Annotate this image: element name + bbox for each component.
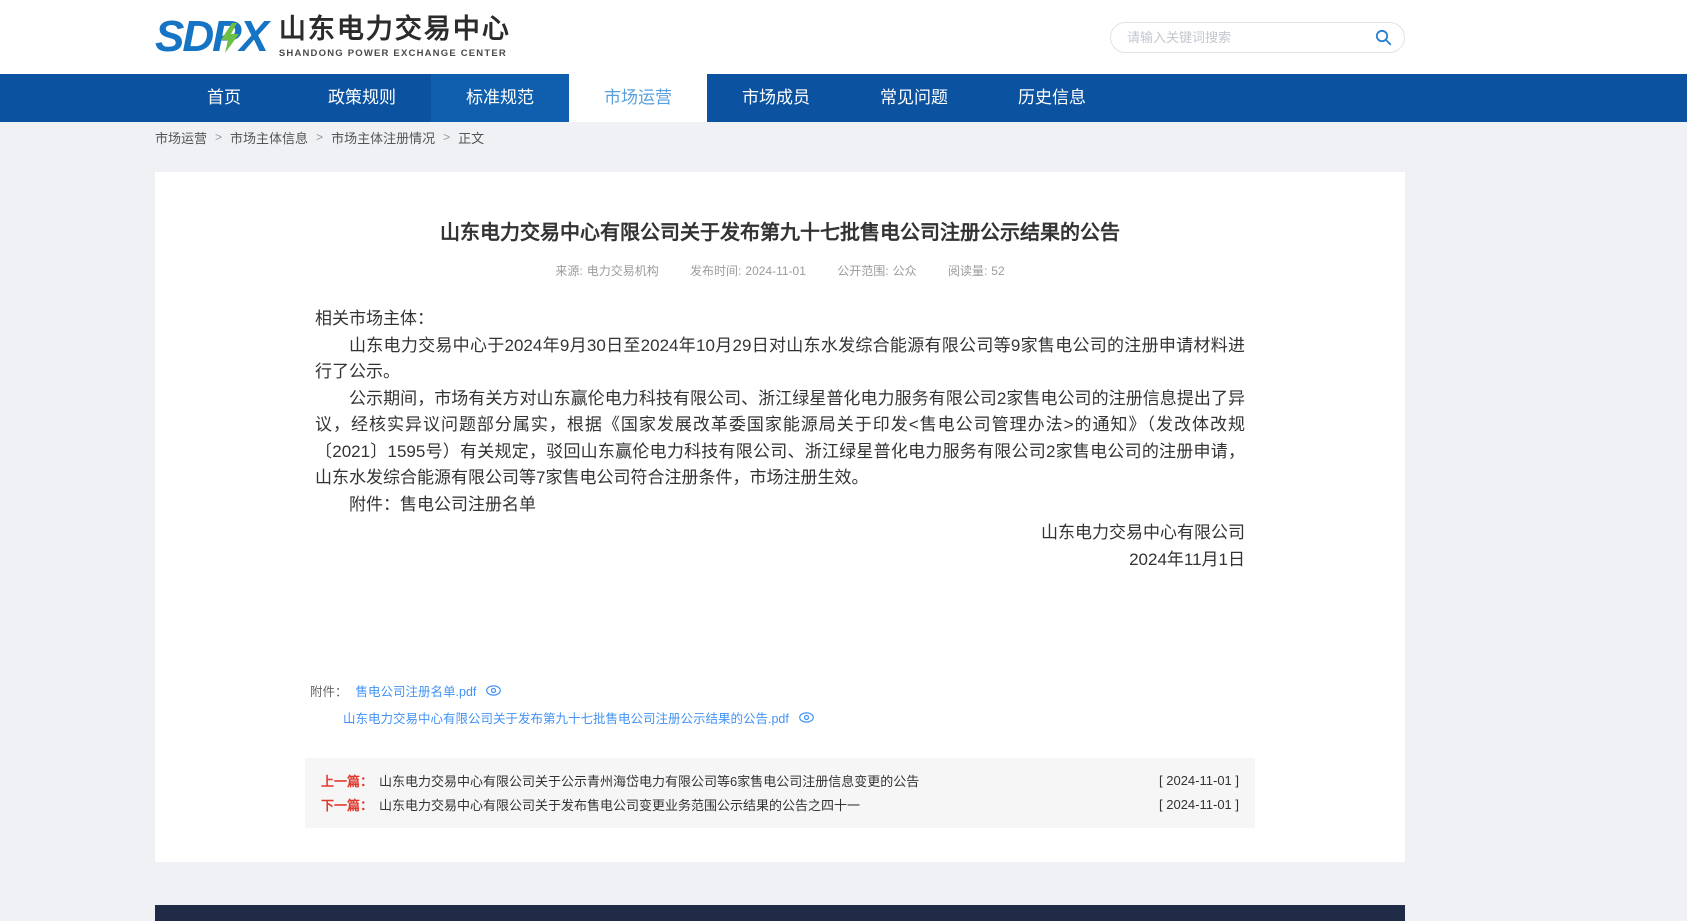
logo-letter-x: X: [239, 15, 266, 59]
meta-publish-time: 发布时间:2024-11-01: [690, 264, 806, 278]
breadcrumb-item-market-operation[interactable]: 市场运营: [155, 128, 207, 147]
nav-item-faq[interactable]: 常见问题: [845, 74, 983, 122]
site-header: SDPX 山东电力交易中心 SHANDONG POWER EXCHANGE CE…: [0, 0, 1687, 74]
body-paragraph: 相关市场主体：: [315, 306, 1245, 333]
body-paragraph: 山东电力交易中心于2024年9月30日至2024年10月29日对山东水发综合能源…: [315, 333, 1245, 386]
attachments-section: 附件： 售电公司注册名单.pdf 山东电力交易中心有限公司关于发布第九十七批售电…: [155, 677, 1405, 731]
meta-scope: 公开范围:公众: [837, 264, 916, 278]
article-title: 山东电力交易中心有限公司关于发布第九十七批售电公司注册公示结果的公告: [155, 172, 1405, 245]
search-input[interactable]: [1127, 30, 1374, 45]
breadcrumb-item-subject-info[interactable]: 市场主体信息: [230, 128, 308, 147]
attachment-link-announcement-pdf[interactable]: 山东电力交易中心有限公司关于发布第九十七批售电公司注册公示结果的公告.pdf: [343, 708, 789, 727]
body-paragraph: 附件：售电公司注册名单: [315, 492, 1245, 519]
logo-name-cn: 山东电力交易中心: [279, 15, 511, 45]
breadcrumb-separator: >: [443, 130, 450, 144]
nav-item-home[interactable]: 首页: [155, 74, 293, 122]
prev-label: 上一篇：: [321, 771, 373, 790]
signature-company: 山东电力交易中心有限公司: [315, 520, 1245, 547]
search-icon: [1375, 29, 1392, 46]
logo-mark: SDPX: [155, 15, 267, 59]
breadcrumb-separator: >: [215, 130, 222, 144]
prev-article-link[interactable]: 山东电力交易中心有限公司关于公示青州海岱电力有限公司等6家售电公司注册信息变更的…: [379, 771, 919, 790]
breadcrumb-item-current: 正文: [458, 128, 484, 147]
nav-item-history[interactable]: 历史信息: [983, 74, 1121, 122]
logo-name-en: SHANDONG POWER EXCHANGE CENTER: [279, 48, 511, 59]
attachments-label: 附件：: [310, 681, 348, 700]
breadcrumb-separator: >: [316, 130, 323, 144]
nav-item-market-members[interactable]: 市场成员: [707, 74, 845, 122]
main-nav: 首页 政策规则 标准规范 市场运营 市场成员 常见问题 历史信息: [0, 74, 1687, 122]
article-meta: 来源:电力交易机构 发布时间:2024-11-01 公开范围:公众 阅读量:52: [155, 262, 1405, 279]
prev-next-box: 上一篇： 山东电力交易中心有限公司关于公示青州海岱电力有限公司等6家售电公司注册…: [305, 758, 1255, 828]
meta-source: 来源:电力交易机构: [555, 264, 658, 278]
search-button[interactable]: [1374, 29, 1392, 47]
next-article-row: 下一篇： 山东电力交易中心有限公司关于发布售电公司变更业务范围公示结果的公告之四…: [321, 792, 1239, 816]
next-label: 下一篇：: [321, 795, 373, 814]
footer-strip: [155, 905, 1405, 921]
nav-item-market-operation[interactable]: 市场运营: [569, 74, 707, 122]
breadcrumb-bar: 市场运营 > 市场主体信息 > 市场主体注册情况 > 正文: [0, 122, 1687, 152]
logo-text-block: 山东电力交易中心 SHANDONG POWER EXCHANGE CENTER: [279, 15, 511, 59]
nav-item-standards[interactable]: 标准规范: [431, 74, 569, 122]
site-logo[interactable]: SDPX 山东电力交易中心 SHANDONG POWER EXCHANGE CE…: [155, 15, 511, 59]
logo-letter-p: P: [212, 15, 239, 59]
article-signature: 山东电力交易中心有限公司 2024年11月1日: [155, 518, 1405, 573]
breadcrumb-item-registration-status[interactable]: 市场主体注册情况: [331, 128, 435, 147]
attachment-link-registration-list[interactable]: 售电公司注册名单.pdf: [356, 681, 477, 700]
eye-preview-icon[interactable]: [799, 712, 814, 723]
lightning-bolt-icon: [219, 23, 241, 53]
next-article-date: [ 2024-11-01 ]: [1159, 797, 1239, 812]
attachment-row: 山东电力交易中心有限公司关于发布第九十七批售电公司注册公示结果的公告.pdf: [310, 704, 1245, 731]
body-paragraph: 公示期间，市场有关方对山东赢伦电力科技有限公司、浙江绿星普化电力服务有限公司2家…: [315, 386, 1245, 492]
prev-article-date: [ 2024-11-01 ]: [1159, 773, 1239, 788]
next-article-link[interactable]: 山东电力交易中心有限公司关于发布售电公司变更业务范围公示结果的公告之四十一: [379, 795, 860, 814]
eye-preview-icon[interactable]: [486, 685, 501, 696]
prev-article-row: 上一篇： 山东电力交易中心有限公司关于公示青州海岱电力有限公司等6家售电公司注册…: [321, 768, 1239, 792]
article-body: 相关市场主体： 山东电力交易中心于2024年9月30日至2024年10月29日对…: [155, 306, 1405, 518]
nav-item-policies[interactable]: 政策规则: [293, 74, 431, 122]
meta-view-count: 阅读量:52: [948, 264, 1005, 278]
search-box[interactable]: [1110, 22, 1405, 53]
logo-letters-sd: SD: [155, 15, 212, 59]
signature-date: 2024年11月1日: [315, 547, 1245, 574]
attachment-row: 附件： 售电公司注册名单.pdf: [310, 677, 1245, 704]
article-card: 山东电力交易中心有限公司关于发布第九十七批售电公司注册公示结果的公告 来源:电力…: [155, 172, 1405, 862]
